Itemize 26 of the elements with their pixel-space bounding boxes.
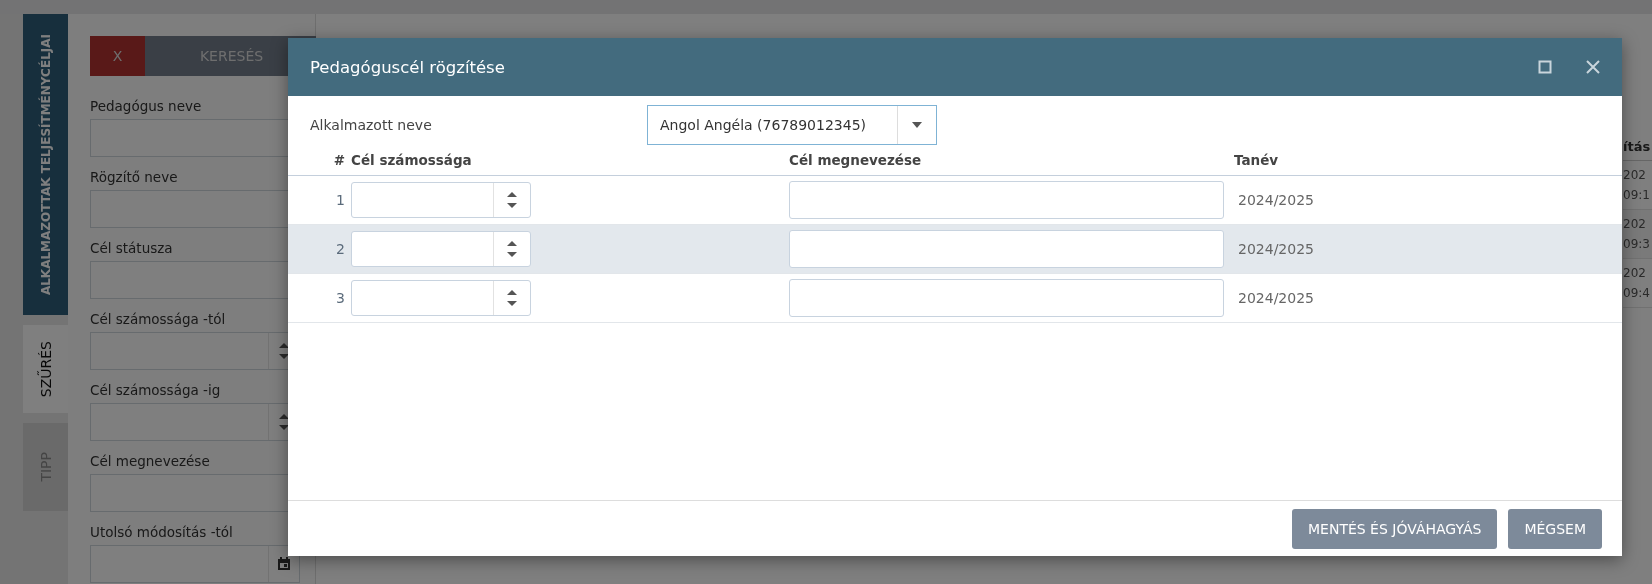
row-number: 2 <box>335 241 346 257</box>
field-label: Pedagógus neve <box>90 98 203 114</box>
table-cell-text: 202 <box>1623 216 1647 233</box>
column-header: Cél megnevezése <box>789 152 923 168</box>
table-cell-text: 2024/2025 <box>1237 192 1315 208</box>
row-number: 1 <box>335 192 346 208</box>
table-cell-text: 2024/2025 <box>1237 290 1315 306</box>
table-cell-text: 09:3 <box>1623 236 1651 253</box>
column-header: Tanév <box>1234 152 1280 168</box>
field-label: Cél megnevezése <box>90 453 211 469</box>
table-cell-text: 09:4 <box>1623 285 1651 302</box>
column-header: # <box>332 152 346 168</box>
column-header: Cél számossága <box>351 152 473 168</box>
column-header: ítás <box>1623 134 1652 161</box>
field-label: Rögzítő neve <box>90 169 179 185</box>
table-cell-text: 202 <box>1623 167 1647 184</box>
field-label: Alkalmazott neve <box>310 117 433 133</box>
field-label: Cél számossága -tól <box>90 311 227 327</box>
field-label: Utolsó módosítás -tól <box>90 524 234 540</box>
field-label: Cél számossága -ig <box>90 382 222 398</box>
dialog-title: Pedagóguscél rögzítése <box>310 57 505 77</box>
row-number: 3 <box>335 290 346 306</box>
table-cell-text: 09:1 <box>1623 187 1651 204</box>
table-cell-text: 202 <box>1623 265 1647 282</box>
table-cell-text: 2024/2025 <box>1237 241 1315 257</box>
field-label: Cél státusza <box>90 240 174 256</box>
